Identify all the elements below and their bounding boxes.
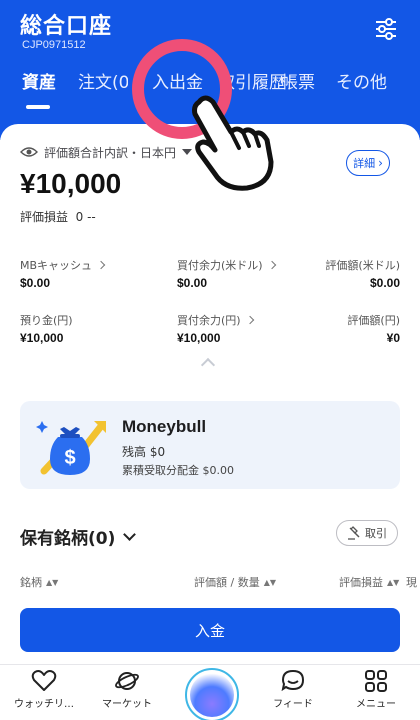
sort-icon: ▲▼ [263,577,277,587]
total-value: ¥10,000 [20,168,122,199]
nav-market-label: マーケット [102,699,152,710]
breakdown-label: 評価額合計内訳・日本円 [44,145,177,160]
holdings-toggle[interactable]: 保有銘柄(0) [20,524,137,549]
chat-icon [281,669,305,692]
chevron-right-icon [245,315,254,325]
menu-grid-icon [365,670,387,692]
moneybull-title: Moneybull [122,417,207,436]
moneybull-distribution: 累積受取分配金 $0.00 [122,464,234,477]
mb-cash-value: $0.00 [20,276,51,290]
breakdown-selector[interactable]: 評価額合計内訳・日本円 [20,140,193,164]
tab-reports[interactable]: 帳票 [281,68,315,93]
chevron-right-icon: › [378,156,383,170]
buying-power-jpy-value: ¥10,000 [177,331,221,345]
moneybull-card[interactable]: $ Moneybull 残高 $0 累積受取分配金 $0.00 [20,401,400,489]
nav-feed-label: フィード [273,699,313,710]
eye-icon[interactable] [20,145,38,159]
deposit-button[interactable]: 入金 [20,608,400,652]
pnl-label: 評価損益 [20,210,69,224]
trade-button[interactable]: 取引 [336,520,398,546]
nav-watchlist-label: ウォッチリ… [14,699,74,710]
tab-assets[interactable]: 資産 [22,68,56,93]
deposit-jpy-label: 預り金(円) [20,314,73,327]
money-bag-icon: $ [36,421,106,475]
mb-cash-label[interactable]: MBキャッシュ [20,257,106,273]
moneybull-center-button[interactable] [185,668,239,720]
buying-power-usd-label[interactable]: 買付余力(米ドル) [177,257,276,273]
page-title: 総合口座 [20,14,113,39]
column-header-symbol[interactable]: 銘柄 ▲▼ [20,574,58,590]
valuation-jpy-label: 評価額(円) [347,314,400,327]
chevron-right-icon [267,260,276,270]
tab-history[interactable]: 取引履歴 [226,68,286,93]
heart-icon [31,670,57,691]
holdings-title: 保有銘柄(0) [20,529,116,549]
pnl-value: 0 -- [75,210,96,224]
sort-icon: ▲▼ [46,577,59,587]
nav-feed[interactable]: フィード [251,669,335,710]
moneybull-balance: 残高 $0 [122,445,166,459]
nav-menu-label: メニュー [356,699,396,710]
nav-menu[interactable]: メニュー [334,669,418,710]
column-header-valuation[interactable]: 評価額 / 数量 ▲▼ [194,574,276,590]
deposit-jpy-value: ¥10,000 [20,331,64,345]
moneybull-center-icon [190,673,234,717]
sort-icon: ▲▼ [387,577,400,587]
settings-sliders-icon[interactable] [374,16,398,40]
account-number: CJP0971512 [22,39,86,51]
nav-watchlist[interactable]: ウォッチリ… [2,669,86,710]
trade-button-label: 取引 [365,527,387,540]
unrealized-pnl: 評価損益 0 -- [20,208,96,225]
active-tab-indicator [26,105,50,109]
valuation-jpy-value: ¥0 [386,331,400,345]
chevron-right-icon [96,260,106,270]
gavel-icon [348,526,360,540]
tab-other[interactable]: その他 [336,68,387,93]
column-header-current[interactable]: 現 [406,574,417,590]
valuation-usd-value: $0.00 [369,276,400,290]
valuation-usd-label: 評価額(米ドル) [325,259,400,272]
tab-orders[interactable]: 注文(0) [78,68,128,93]
buying-power-jpy-label[interactable]: 買付余力(円) [177,312,254,328]
detail-button[interactable]: 詳細 › [346,150,390,176]
svg-text:$: $ [64,447,75,469]
planet-icon [115,672,139,690]
buying-power-usd-value: $0.00 [177,276,208,290]
chevron-down-icon [123,528,137,541]
column-header-pnl[interactable]: 評価損益 ▲▼ [339,574,399,590]
nav-market[interactable]: マーケット [85,669,169,710]
pointing-hand-icon [192,95,274,191]
detail-button-label: 詳細 [353,157,376,170]
